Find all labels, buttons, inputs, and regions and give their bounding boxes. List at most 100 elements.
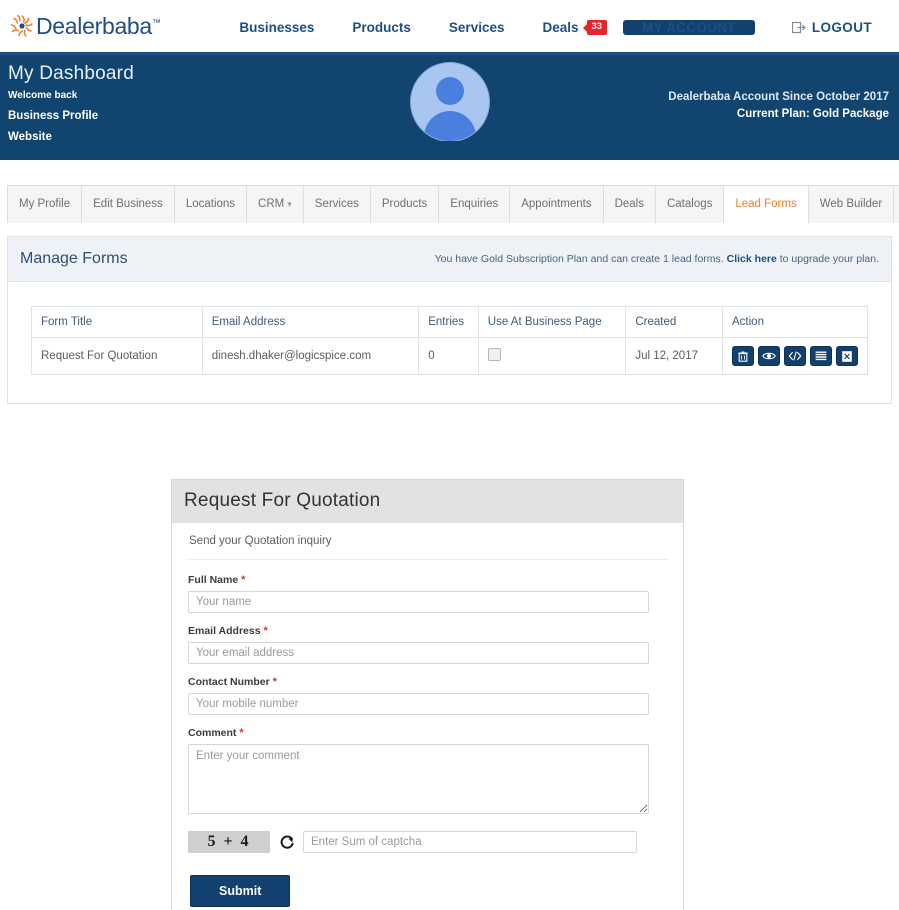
th-action: Action xyxy=(722,306,868,338)
tab-my-profile[interactable]: My Profile xyxy=(7,185,82,223)
form-preview-title: Request For Quotation xyxy=(184,490,381,511)
th-entries: Entries xyxy=(418,306,479,338)
tab-products[interactable]: Products xyxy=(369,185,439,223)
th-email-address: Email Address xyxy=(201,306,420,338)
tab-appointments[interactable]: Appointments xyxy=(509,185,603,223)
cell-actions xyxy=(722,337,868,375)
captcha-input[interactable] xyxy=(303,831,637,853)
table-row: Request For Quotation dinesh.dhaker@logi… xyxy=(31,337,868,375)
nav-services[interactable]: Services xyxy=(430,20,524,35)
lead-forms-table: Form Title Email Address Entries Use At … xyxy=(31,306,868,375)
export-excel-icon[interactable] xyxy=(836,346,858,366)
tab-label: Locations xyxy=(185,198,236,210)
subscription-note: You have Gold Subscription Plan and can … xyxy=(435,253,879,265)
trash-glyph xyxy=(738,350,748,362)
avatar-body-icon xyxy=(423,111,476,141)
tab-label: Catalogs xyxy=(666,198,713,210)
tab-label: CRM xyxy=(258,198,285,210)
label-email-address: Email Address * xyxy=(188,625,667,637)
divider xyxy=(188,559,667,560)
page-title: My Dashboard xyxy=(8,63,134,84)
eye-glyph xyxy=(762,352,776,360)
submit-button[interactable]: Submit xyxy=(190,875,291,907)
tab-locations[interactable]: Locations xyxy=(173,185,247,223)
th-created: Created xyxy=(625,306,723,338)
cell-form-title: Request For Quotation xyxy=(31,337,203,375)
panel-title: Manage Forms xyxy=(20,250,128,267)
label-text: Contact Number xyxy=(188,676,270,688)
tab-crm[interactable]: CRM ▾ xyxy=(246,185,303,223)
tab-lead-forms[interactable]: Lead Forms xyxy=(723,185,808,223)
top-navigation: Businesses Products Services Deals 33 MY… xyxy=(220,0,891,55)
full-name-input[interactable] xyxy=(188,591,649,613)
required-marker: * xyxy=(239,727,244,739)
logo-text: Dealerbaba™ xyxy=(36,12,161,39)
nav-deals-wrap: Deals 33 xyxy=(523,20,613,35)
sun-starburst-icon xyxy=(10,14,33,37)
comment-textarea[interactable] xyxy=(188,744,649,814)
form-preview-header: Request For Quotation xyxy=(172,480,683,523)
embed-code-icon[interactable] xyxy=(784,346,806,366)
note-before: You have Gold Subscription Plan and can … xyxy=(434,253,727,265)
logout-button[interactable]: LOGOUT xyxy=(773,20,891,35)
form-preview-body: Send your Quotation inquiry Full Name * … xyxy=(172,523,683,910)
logout-icon xyxy=(791,21,806,34)
nav-products[interactable]: Products xyxy=(333,20,430,35)
field-email-address: Email Address * xyxy=(188,625,667,664)
label-text: Email Address xyxy=(188,625,261,637)
manage-forms-panel: Manage Forms You have Gold Subscription … xyxy=(7,236,892,404)
tab-edit-business[interactable]: Edit Business xyxy=(81,185,174,223)
table-head: Form Title Email Address Entries Use At … xyxy=(31,306,868,338)
dashboard-banner: My Dashboard Welcome back Business Profi… xyxy=(0,55,899,160)
row-action-buttons xyxy=(732,346,858,366)
field-contact-number: Contact Number * xyxy=(188,676,667,715)
banner-right-block: Dealerbaba Account Since October 2017 Cu… xyxy=(668,89,889,123)
view-icon[interactable] xyxy=(758,346,780,366)
label-comment: Comment * xyxy=(188,727,667,739)
field-comment: Comment * xyxy=(188,727,667,819)
th-form-title: Form Title xyxy=(31,306,203,338)
note-after: to upgrade your plan. xyxy=(776,253,879,265)
tab-label: My Profile xyxy=(19,198,71,210)
avatar-holder xyxy=(409,62,490,154)
logout-label: LOGOUT xyxy=(811,20,872,35)
label-text: Comment xyxy=(188,727,237,739)
lead-form-preview-card: Request For Quotation Send your Quotatio… xyxy=(171,479,684,910)
label-contact-number: Contact Number * xyxy=(188,676,667,688)
tab-web-builder[interactable]: Web Builder xyxy=(807,185,894,223)
business-profile-link[interactable]: Business Profile xyxy=(8,110,134,122)
site-logo[interactable]: Dealerbaba™ xyxy=(0,13,161,40)
website-link[interactable]: Website xyxy=(8,131,134,143)
cell-use-at-business-page xyxy=(477,337,627,375)
label-text: Full Name xyxy=(188,574,239,586)
my-account-button[interactable]: MY ACCOUNT xyxy=(623,20,755,35)
nav-businesses[interactable]: Businesses xyxy=(220,20,333,35)
required-marker: * xyxy=(263,625,268,637)
upgrade-plan-link[interactable]: Click here xyxy=(727,253,777,265)
email-address-input[interactable] xyxy=(188,642,649,664)
tab-deals[interactable]: Deals xyxy=(602,185,655,223)
contact-number-input[interactable] xyxy=(188,693,649,715)
label-full-name: Full Name * xyxy=(188,574,667,586)
cell-entries: 0 xyxy=(418,337,479,375)
required-marker: * xyxy=(241,574,246,586)
tab-enquiries[interactable]: Enquiries xyxy=(438,185,510,223)
tab-label: Services xyxy=(314,198,359,210)
tab-label: Enquiries xyxy=(450,198,499,210)
tab-catalogs[interactable]: Catalogs xyxy=(654,185,724,223)
tab-my-favourites[interactable]: My Favourites▾ xyxy=(893,185,899,223)
delete-icon[interactable] xyxy=(732,346,754,366)
nav-deals[interactable]: Deals xyxy=(523,20,584,35)
entries-list-icon[interactable] xyxy=(810,346,832,366)
avatar[interactable] xyxy=(409,62,490,142)
refresh-glyph xyxy=(280,835,294,849)
banner-left-block: My Dashboard Welcome back Business Profi… xyxy=(8,63,134,143)
captcha-row: 5 + 4 xyxy=(188,831,667,853)
avatar-head-icon xyxy=(435,77,464,105)
tab-services[interactable]: Services xyxy=(302,185,370,223)
field-full-name: Full Name * xyxy=(188,574,667,613)
refresh-icon[interactable] xyxy=(279,834,295,850)
use-at-business-page-checkbox[interactable] xyxy=(487,348,501,361)
tab-label: Edit Business xyxy=(93,198,163,210)
cell-created: Jul 12, 2017 xyxy=(625,337,723,375)
